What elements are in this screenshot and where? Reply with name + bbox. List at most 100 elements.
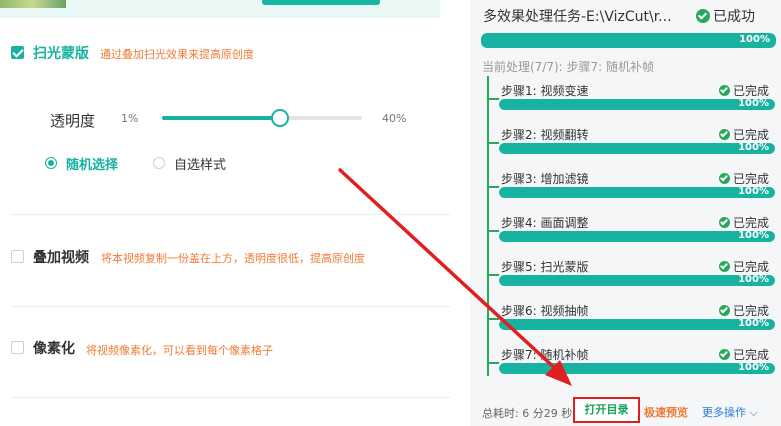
step-status-label: 已完成 xyxy=(732,128,769,142)
step-progress-text: 100% xyxy=(738,319,769,329)
step-label: 步骤2: 视频翻转 xyxy=(501,128,589,142)
step-status-label: 已完成 xyxy=(732,84,769,98)
step-status-label: 已完成 xyxy=(732,260,769,274)
step-item: 步骤3: 增加滤镜 已完成 100% xyxy=(487,164,777,206)
overall-progress-fill xyxy=(481,33,776,48)
task-status: 已成功 xyxy=(696,6,755,26)
step-status: 已完成 xyxy=(718,258,769,275)
step-progress-text: 100% xyxy=(738,187,769,197)
check-icon xyxy=(718,261,730,272)
opacity-slider-handle[interactable] xyxy=(271,109,289,127)
step-progress-fill xyxy=(499,99,775,110)
task-title: 多效果处理任务-E:\VizCut\r... xyxy=(483,9,672,25)
scan-mask-desc: 通过叠加扫光效果来提高原创度 xyxy=(100,48,254,61)
random-style-radio[interactable] xyxy=(45,157,57,169)
scan-mask-title[interactable]: 扫光蒙版 xyxy=(33,43,89,63)
step-progress-bar: 100% xyxy=(499,187,775,198)
overall-progress-text: 100% xyxy=(739,34,770,45)
step-item: 步骤2: 视频翻转 已完成 100% xyxy=(487,120,777,162)
step-progress-fill xyxy=(499,319,775,330)
custom-style-label[interactable]: 自选样式 xyxy=(174,154,226,173)
check-icon xyxy=(718,305,730,316)
step-label: 步骤1: 视频变速 xyxy=(501,84,589,98)
step-progress-fill xyxy=(499,143,775,154)
step-label: 步骤5: 扫光蒙版 xyxy=(501,260,589,274)
random-style-label[interactable]: 随机选择 xyxy=(66,154,118,173)
pixelate-checkbox[interactable] xyxy=(11,341,24,354)
step-label: 步骤6: 视频抽帧 xyxy=(501,304,589,318)
step-status-label: 已完成 xyxy=(732,172,769,186)
step-branch xyxy=(487,230,499,232)
step-progress-bar: 100% xyxy=(499,319,775,330)
previous-option-strip xyxy=(0,0,440,18)
divider xyxy=(10,306,450,307)
top-action-button[interactable] xyxy=(262,0,380,5)
step-item: 步骤7: 随机补帧 已完成 100% xyxy=(487,340,777,382)
more-actions-label: 更多操作 xyxy=(702,406,746,419)
step-progress-text: 100% xyxy=(738,275,769,285)
step-label: 步骤4: 画面调整 xyxy=(501,216,589,230)
check-icon xyxy=(718,85,730,96)
step-status: 已完成 xyxy=(718,126,769,143)
opacity-slider-fill xyxy=(162,116,280,120)
step-branch xyxy=(487,318,499,320)
check-icon xyxy=(718,217,730,228)
step-progress-fill xyxy=(499,231,775,242)
step-status-label: 已完成 xyxy=(732,216,769,230)
step-item: 步骤6: 视频抽帧 已完成 100% xyxy=(487,296,777,338)
step-branch xyxy=(487,362,499,364)
more-actions-dropdown[interactable]: 更多操作 ⌵ xyxy=(702,404,758,420)
step-status: 已完成 xyxy=(718,302,769,319)
opacity-slider[interactable] xyxy=(162,109,362,127)
step-status: 已完成 xyxy=(718,346,769,363)
chevron-down-icon: ⌵ xyxy=(746,406,758,419)
open-directory-button[interactable]: 打开目录 xyxy=(573,397,640,423)
step-label: 步骤7: 随机补帧 xyxy=(501,348,589,362)
fast-preview-link[interactable]: 极速预览 xyxy=(644,404,688,420)
overlay-video-desc: 将本视频复制一份盖在上方，透明度很低，提高原创度 xyxy=(101,252,365,265)
preview-thumbnail xyxy=(0,0,66,8)
step-progress-bar: 100% xyxy=(499,363,775,374)
overlay-video-checkbox[interactable] xyxy=(11,250,24,263)
step-progress-text: 100% xyxy=(738,363,769,373)
step-progress-bar: 100% xyxy=(499,143,775,154)
divider xyxy=(10,214,450,215)
step-status: 已完成 xyxy=(718,82,769,99)
pixelate-desc: 将视频像素化，可以看到每个像素格子 xyxy=(86,344,273,357)
effects-options-panel: 扫光蒙版 通过叠加扫光效果来提高原创度 透明度 1% 40% 随机选择 自选样式… xyxy=(0,0,466,426)
check-icon xyxy=(718,173,730,184)
step-status-label: 已完成 xyxy=(732,348,769,362)
scan-mask-checkbox[interactable] xyxy=(11,46,24,59)
step-branch xyxy=(487,142,499,144)
step-progress-bar: 100% xyxy=(499,231,775,242)
pixelate-title[interactable]: 像素化 xyxy=(33,338,75,358)
elapsed-time: 总耗时: 6 分29 秒 xyxy=(482,407,573,420)
overall-progress-bar: 100% xyxy=(481,33,776,48)
overlay-video-title[interactable]: 叠加视频 xyxy=(33,247,89,267)
task-progress-panel: 多效果处理任务-E:\VizCut\r... 已成功 100% 当前处理(7/7… xyxy=(470,0,781,426)
task-status-label: 已成功 xyxy=(713,9,755,25)
step-progress-text: 100% xyxy=(738,99,769,109)
opacity-max: 40% xyxy=(382,112,407,125)
step-progress-bar: 100% xyxy=(499,99,775,110)
step-progress-fill xyxy=(499,363,775,374)
check-icon xyxy=(718,129,730,140)
custom-style-radio[interactable] xyxy=(153,157,165,169)
step-progress-fill xyxy=(499,187,775,198)
step-branch xyxy=(487,186,499,188)
step-progress-bar: 100% xyxy=(499,275,775,286)
step-branch xyxy=(487,274,499,276)
divider xyxy=(10,397,450,398)
step-progress-text: 100% xyxy=(738,143,769,153)
step-status: 已完成 xyxy=(718,214,769,231)
step-item: 步骤1: 视频变速 已完成 100% xyxy=(487,76,777,118)
step-item: 步骤4: 画面调整 已完成 100% xyxy=(487,208,777,250)
step-label: 步骤3: 增加滤镜 xyxy=(501,172,589,186)
check-icon xyxy=(696,9,710,23)
step-progress-fill xyxy=(499,275,775,286)
current-step-text: 当前处理(7/7): 步骤7: 随机补帧 xyxy=(482,60,655,74)
step-item: 步骤5: 扫光蒙版 已完成 100% xyxy=(487,252,777,294)
step-status-label: 已完成 xyxy=(732,304,769,318)
step-status: 已完成 xyxy=(718,170,769,187)
step-progress-text: 100% xyxy=(738,231,769,241)
